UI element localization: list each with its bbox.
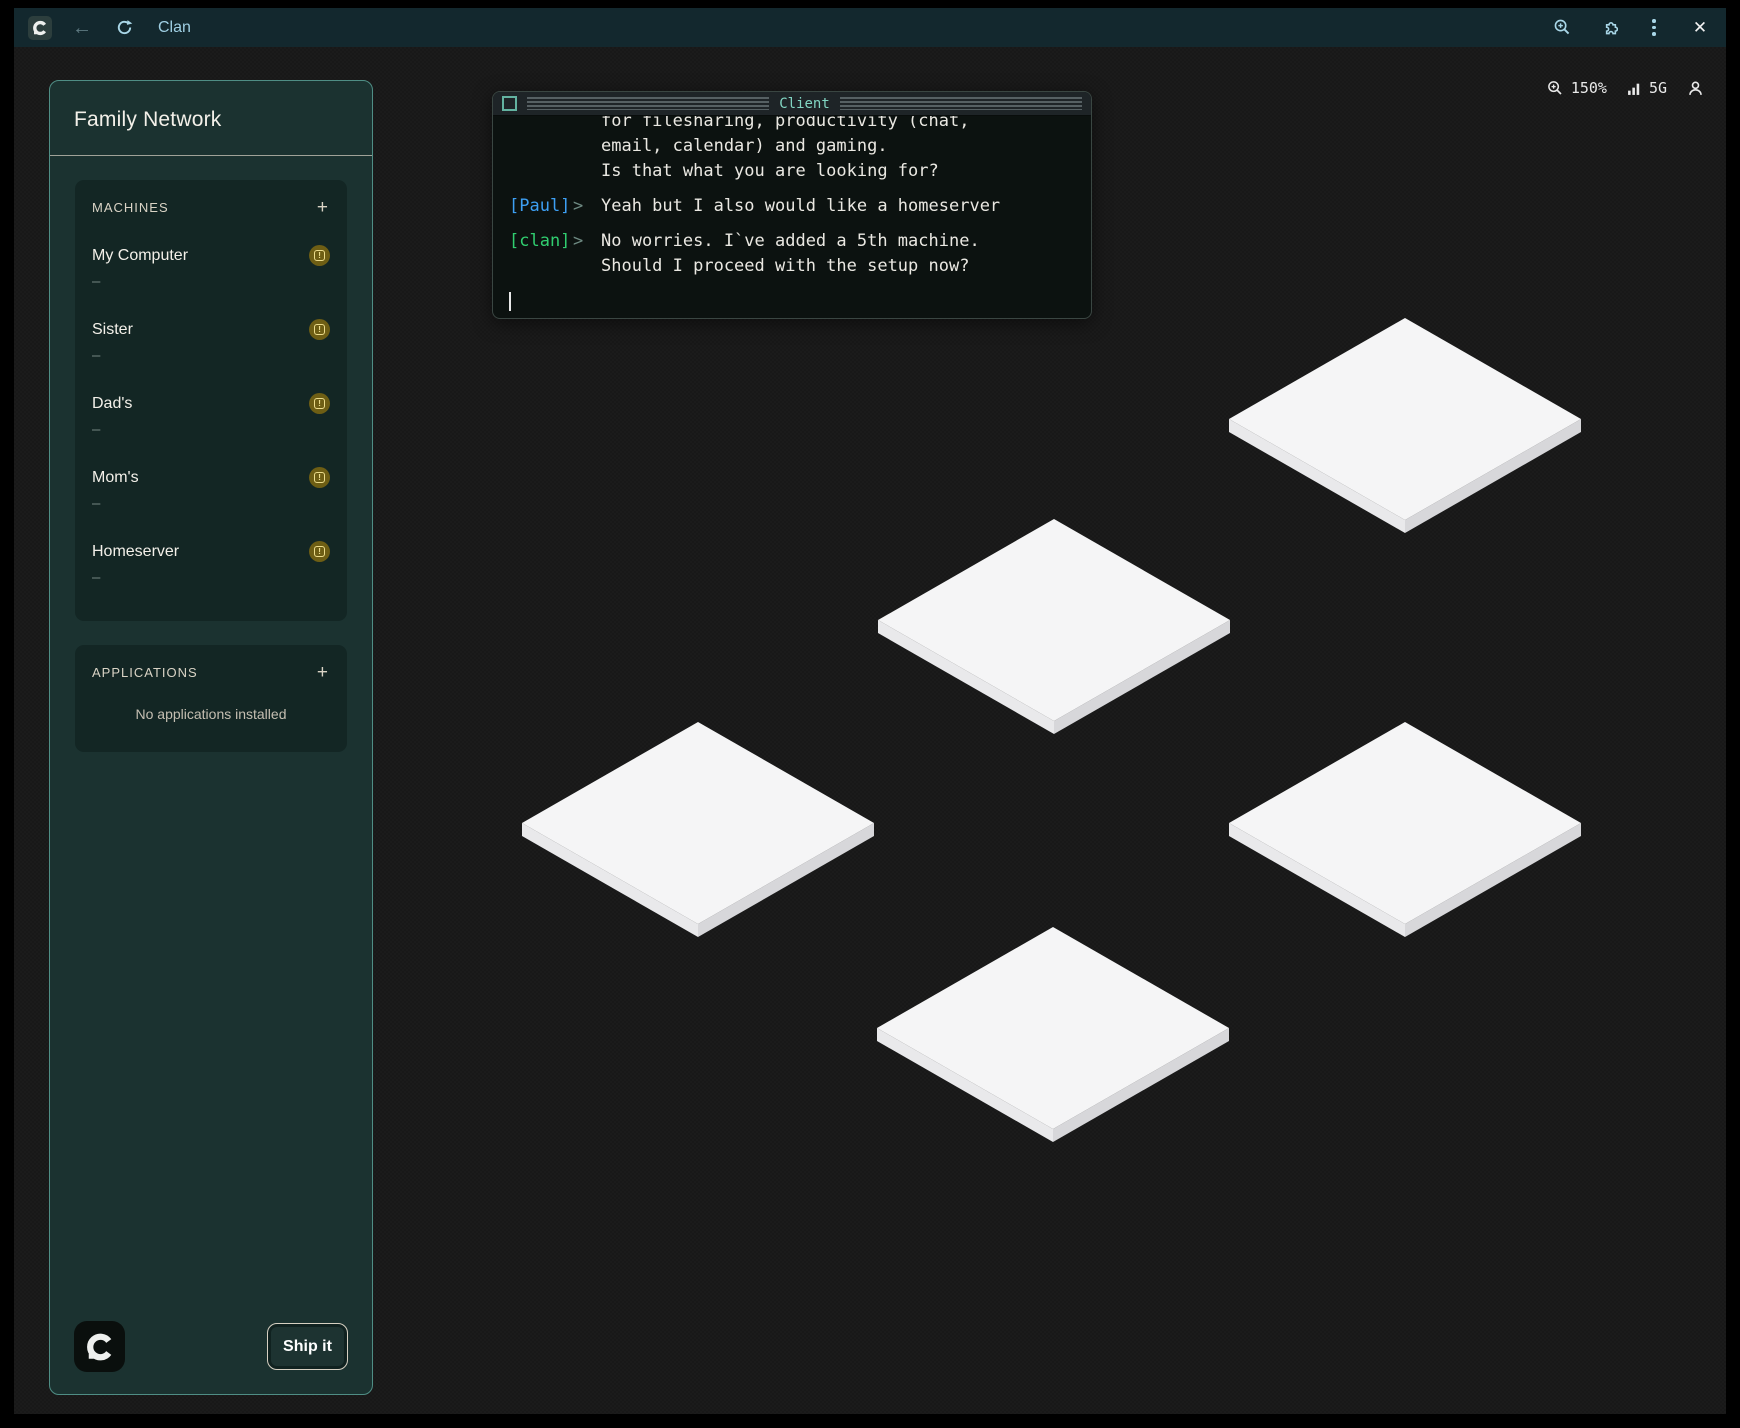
menu-kebab-button[interactable] [1642, 16, 1666, 40]
message-line: email, calendar) and gaming. [601, 134, 1091, 159]
isometric-platform-icon [1229, 318, 1581, 534]
user-icon[interactable] [1687, 80, 1704, 97]
message-prompt-char [573, 116, 601, 184]
message-line: Is that what you are looking for? [601, 159, 1091, 184]
machine-tile[interactable] [522, 722, 874, 938]
message-line: Yeah but I also would like a homeserver [601, 194, 1091, 219]
clan-logo-icon [85, 1332, 115, 1362]
machine-name: Dad's [92, 395, 132, 413]
clan-favicon [28, 16, 52, 40]
machine-list-item[interactable]: Dad's ! – [92, 393, 330, 438]
message-sender-label: [Paul] [509, 194, 573, 219]
message-line: Should I proceed with the setup now? [601, 254, 1091, 279]
machine-list-item[interactable]: Homeserver ! – [92, 541, 330, 586]
sidebar-footer: Ship it [74, 1321, 348, 1372]
signal-bars-icon [1627, 81, 1642, 96]
machine-status: – [92, 495, 330, 512]
canvas-area: 150% 5G Family Network MACHINES + My Com… [14, 47, 1726, 1414]
clan-logo-icon [32, 20, 48, 36]
applications-empty-text: No applications installed [92, 692, 330, 746]
ship-it-button[interactable]: Ship it [267, 1323, 348, 1370]
zoom-level-value: 150% [1571, 79, 1607, 97]
extensions-icon[interactable] [1596, 16, 1620, 40]
titlebar-stripes [527, 97, 769, 110]
terminal-message: [Paul] > Yeah but I also would like a ho… [509, 194, 1091, 219]
machines-card: MACHINES + My Computer ! – Sister ! – Da… [75, 180, 347, 621]
machine-status: – [92, 421, 330, 438]
add-application-button[interactable]: + [315, 663, 330, 682]
isometric-platform-icon [877, 927, 1229, 1143]
message-sender-label: [clan] [509, 229, 573, 279]
warning-badge-icon: ! [309, 393, 330, 414]
status-cluster: 150% 5G [1547, 77, 1704, 99]
terminal-message: [clan] > No worries. I`ve added a 5th ma… [509, 229, 1091, 279]
terminal-title: Client [779, 96, 830, 112]
back-button[interactable]: ← [70, 16, 94, 40]
titlebar-stripes [840, 97, 1082, 110]
zoom-level-icon [1547, 80, 1564, 97]
warning-badge-icon: ! [309, 245, 330, 266]
divider [50, 155, 372, 156]
machine-tile[interactable] [878, 519, 1230, 735]
add-machine-button[interactable]: + [315, 198, 330, 217]
panel-title: Family Network [74, 108, 348, 132]
machines-header: MACHINES [92, 200, 169, 215]
browser-chrome-bar: ← Clan ✕ [14, 8, 1726, 47]
message-sender-label [509, 116, 573, 184]
machine-status: – [92, 569, 330, 586]
client-terminal-window: Client for filesharing, productivity (ch… [492, 91, 1092, 319]
message-line: for filesharing, productivity (chat, [601, 116, 1091, 134]
machine-list-item[interactable]: My Computer ! – [92, 245, 330, 290]
network-type-value: 5G [1649, 79, 1667, 97]
message-line: No worries. I`ve added a 5th machine. [601, 229, 1091, 254]
message-text: No worries. I`ve added a 5th machine.Sho… [601, 229, 1091, 279]
message-text: Yeah but I also would like a homeserver [601, 194, 1091, 219]
terminal-cursor [509, 292, 511, 311]
message-prompt-char: > [573, 194, 601, 219]
clan-logo [74, 1321, 125, 1372]
warning-badge-icon: ! [309, 467, 330, 488]
machine-status: – [92, 273, 330, 290]
window-control-button[interactable] [502, 96, 517, 111]
isometric-platform-icon [878, 519, 1230, 735]
terminal-titlebar[interactable]: Client [493, 92, 1091, 116]
terminal-input-line[interactable] [509, 289, 1091, 314]
machine-list: My Computer ! – Sister ! – Dad's ! – Mom… [92, 245, 330, 586]
isometric-platform-icon [1229, 722, 1581, 938]
terminal-messages: for filesharing, productivity (chat,emai… [509, 116, 1091, 279]
warning-badge-icon: ! [309, 319, 330, 340]
applications-card: APPLICATIONS + No applications installed [75, 645, 347, 752]
machine-status: – [92, 347, 330, 364]
reload-button[interactable] [112, 16, 136, 40]
terminal-body[interactable]: for filesharing, productivity (chat,emai… [493, 116, 1091, 319]
zoom-button[interactable] [1550, 16, 1574, 40]
close-window-button[interactable]: ✕ [1688, 16, 1712, 40]
machine-list-item[interactable]: Mom's ! – [92, 467, 330, 512]
isometric-platform-icon [522, 722, 874, 938]
page-title: Clan [158, 19, 1532, 37]
machine-name: Sister [92, 321, 133, 339]
terminal-message: for filesharing, productivity (chat,emai… [509, 116, 1091, 184]
machine-tile[interactable] [1229, 318, 1581, 534]
warning-badge-icon: ! [309, 541, 330, 562]
machine-name: My Computer [92, 247, 188, 265]
family-network-panel: Family Network MACHINES + My Computer ! … [49, 80, 373, 1395]
machine-tile[interactable] [1229, 722, 1581, 938]
machine-name: Mom's [92, 469, 139, 487]
message-prompt-char: > [573, 229, 601, 279]
machine-list-item[interactable]: Sister ! – [92, 319, 330, 364]
message-text: for filesharing, productivity (chat,emai… [601, 116, 1091, 184]
machine-name: Homeserver [92, 543, 179, 561]
applications-header: APPLICATIONS [92, 665, 198, 680]
machine-tile[interactable] [877, 927, 1229, 1143]
